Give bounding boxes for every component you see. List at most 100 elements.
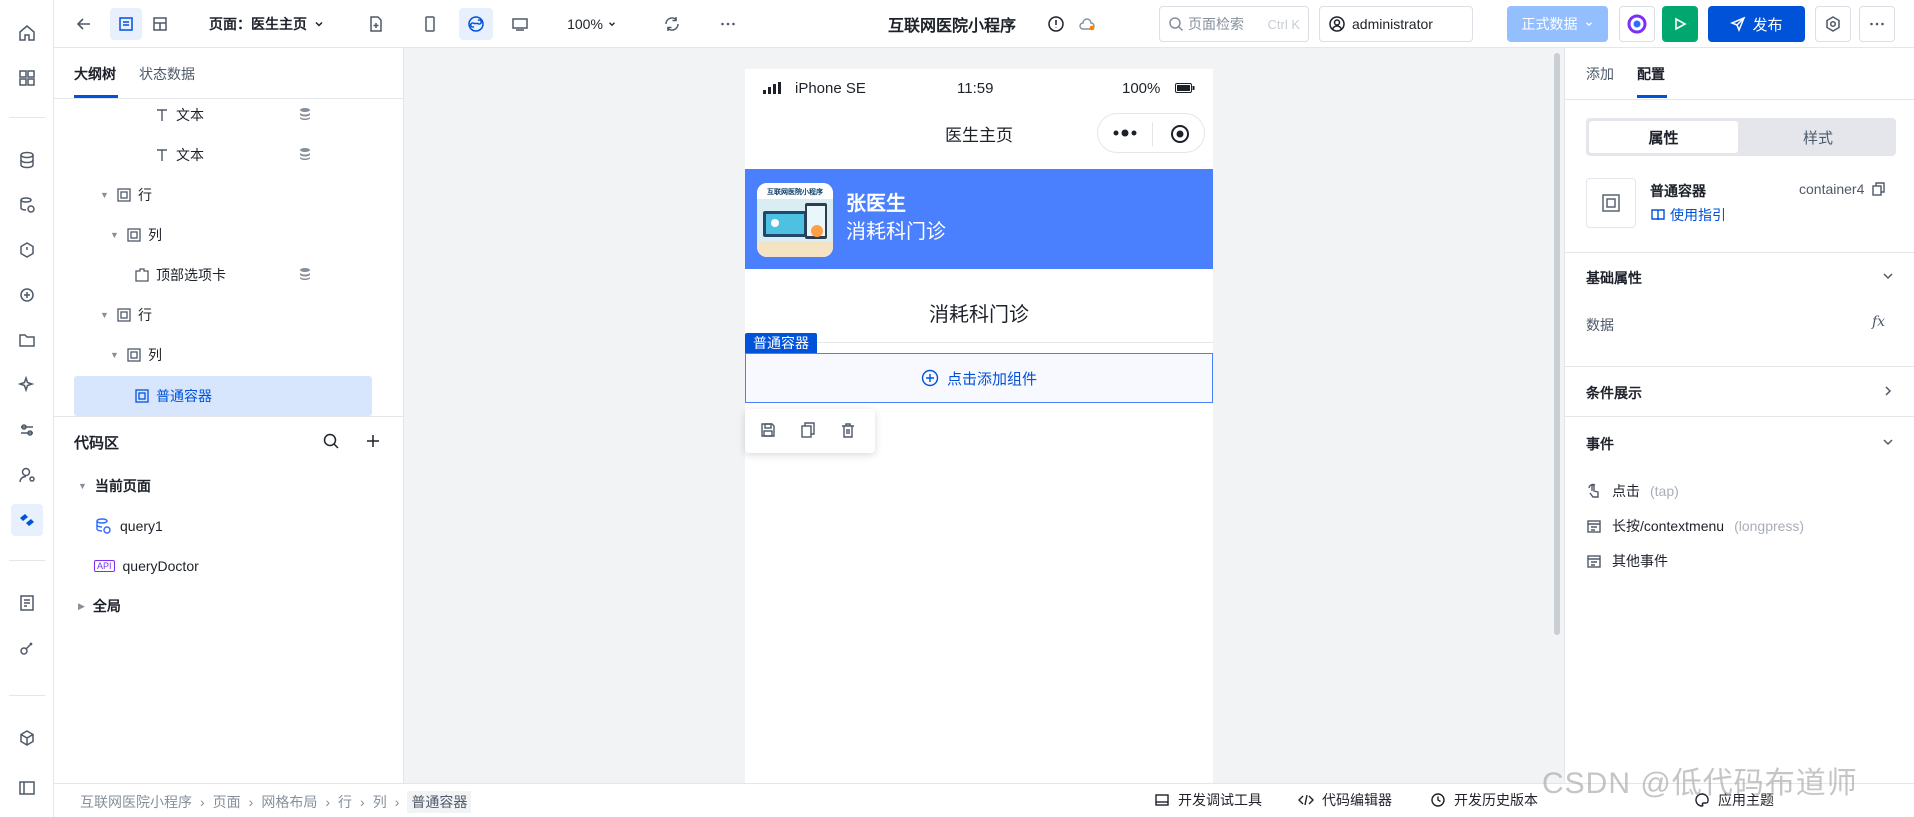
canvas-scrollbar[interactable] — [1554, 53, 1560, 635]
add-icon[interactable] — [364, 432, 382, 450]
breadcrumb-item[interactable]: 页面 — [213, 792, 241, 812]
info-icon[interactable] — [1043, 8, 1069, 40]
tree-node-row[interactable]: ▼ 行 — [100, 177, 152, 213]
page-selector[interactable]: 页面：医生主页 — [202, 8, 332, 40]
code-editor-button[interactable]: 代码编辑器 — [1298, 790, 1392, 810]
tree-node-text[interactable]: 文本 — [154, 97, 204, 133]
api-icon[interactable] — [11, 414, 43, 446]
copy-icon[interactable] — [799, 421, 819, 441]
code-item-query1[interactable]: query1 — [94, 510, 163, 542]
layout-view-icon[interactable] — [144, 8, 176, 40]
caret-down-icon[interactable]: ▼ — [78, 481, 87, 491]
event-other[interactable]: 其他事件 — [1586, 549, 1668, 573]
tool-label: 开发历史版本 — [1454, 792, 1538, 808]
outline-view-icon[interactable] — [110, 8, 142, 40]
code-link-icon[interactable] — [11, 504, 43, 536]
tab-state-data[interactable]: 状态数据 — [139, 64, 195, 84]
tree-node-container-selected[interactable]: 普通容器 — [134, 378, 212, 414]
back-arrow-icon[interactable] — [68, 8, 100, 40]
segment-properties[interactable]: 属性 — [1589, 121, 1738, 153]
usage-guide-link[interactable]: 使用指引 — [1650, 205, 1726, 225]
user-menu[interactable]: administrator — [1319, 6, 1473, 42]
tree-node-top-tabs[interactable]: 顶部选项卡 — [134, 257, 226, 293]
mobile-device-icon[interactable] — [414, 8, 446, 40]
segment-style[interactable]: 样式 — [1742, 121, 1894, 153]
breadcrumb-item[interactable]: 网格布局 — [261, 792, 317, 812]
doctor-name: 张医生 — [846, 193, 906, 215]
breadcrumb-item[interactable]: 列 — [373, 792, 387, 812]
tab-outline-tree[interactable]: 大纲树 — [74, 64, 116, 84]
integration-icon[interactable] — [11, 279, 43, 311]
tree-node-text[interactable]: 文本 — [154, 137, 204, 173]
chevron-right-icon[interactable] — [1881, 384, 1895, 398]
tree-node-col[interactable]: ▼ 列 — [110, 337, 162, 373]
page-search-input[interactable]: 页面检索 Ctrl K — [1159, 6, 1309, 42]
breadcrumb-current[interactable]: 普通容器 — [407, 791, 472, 813]
caret-down-icon[interactable]: ▼ — [100, 310, 110, 320]
history-icon — [1430, 792, 1446, 808]
add-circle-icon — [921, 369, 939, 387]
status-time: 11:59 — [957, 80, 994, 97]
outline-panel: 大纲树 状态数据 文本 文本 ▼ 行 ▼ 列 顶部选项卡 ▼ 行 ▼ 列 普通容… — [54, 48, 404, 783]
dev-debug-tool-button[interactable]: 开发调试工具 — [1154, 790, 1262, 810]
refresh-icon[interactable] — [656, 8, 688, 40]
publish-button[interactable]: 发布 — [1708, 6, 1805, 42]
caret-down-icon[interactable]: ▼ — [110, 230, 120, 240]
container-type-icon — [116, 187, 132, 203]
delete-icon[interactable] — [839, 421, 859, 441]
preview-run-button[interactable] — [1662, 6, 1698, 42]
section-basic-props-title[interactable]: 基础属性 — [1586, 268, 1642, 288]
more-menu-button[interactable] — [1859, 6, 1895, 42]
container-drop-zone[interactable]: 点击添加组件 — [745, 353, 1213, 403]
mini-program-icon[interactable] — [459, 8, 493, 40]
tree-node-col[interactable]: ▼ 列 — [110, 217, 162, 253]
chevron-down-icon[interactable] — [1881, 435, 1895, 449]
breadcrumb-item[interactable]: 行 — [338, 792, 352, 812]
code-group-global[interactable]: ▶ 全局 — [78, 590, 121, 622]
more-dots-icon[interactable] — [1112, 128, 1138, 138]
code-group-current-page[interactable]: ▼ 当前页面 — [78, 470, 151, 502]
cube-icon[interactable] — [11, 722, 43, 754]
caret-right-icon[interactable]: ▶ — [78, 601, 85, 612]
zoom-selector[interactable]: 100% — [564, 8, 620, 40]
tree-node-row[interactable]: ▼ 行 — [100, 297, 152, 333]
settings-button[interactable] — [1815, 6, 1851, 42]
plugin-icon[interactable] — [11, 632, 43, 664]
event-longpress[interactable]: 长按/contextmenu (longpress) — [1586, 514, 1804, 538]
collapse-sidebar-icon[interactable] — [11, 772, 43, 804]
data-source-icon[interactable] — [11, 189, 43, 221]
ai-sparkle-icon[interactable] — [11, 369, 43, 401]
user-icon[interactable] — [11, 459, 43, 491]
section-conditional-title[interactable]: 条件展示 — [1586, 383, 1642, 403]
ai-assistant-button[interactable] — [1619, 6, 1655, 42]
close-circle-icon[interactable] — [1170, 124, 1190, 144]
report-icon[interactable] — [11, 587, 43, 619]
workflow-icon[interactable] — [11, 234, 43, 266]
formula-fx-icon[interactable]: fx — [1872, 314, 1885, 330]
caret-down-icon[interactable]: ▼ — [100, 190, 110, 200]
more-horizontal-icon[interactable] — [712, 8, 744, 40]
code-item-querydoctor[interactable]: API queryDoctor — [94, 550, 199, 582]
home-icon[interactable] — [11, 17, 43, 49]
copy-icon[interactable] — [1870, 181, 1886, 197]
data-binding-icon — [298, 107, 312, 121]
event-tap[interactable]: 点击 (tap) — [1586, 479, 1679, 503]
desktop-device-icon[interactable] — [504, 8, 536, 40]
search-icon[interactable] — [322, 432, 340, 450]
history-version-button[interactable]: 开发历史版本 — [1430, 790, 1538, 810]
prop-data-label: 数据 — [1586, 317, 1614, 333]
tab-config[interactable]: 配置 — [1637, 64, 1665, 84]
phone-nav-bar: 医生主页 — [745, 105, 1213, 157]
chevron-down-icon[interactable] — [1881, 269, 1895, 283]
components-icon[interactable] — [11, 62, 43, 94]
caret-down-icon[interactable]: ▼ — [110, 350, 120, 360]
folder-icon[interactable] — [11, 324, 43, 356]
breadcrumb-item[interactable]: 互联网医院小程序 — [80, 792, 192, 812]
env-selector[interactable]: 正式数据 — [1507, 6, 1608, 42]
database-icon[interactable] — [11, 144, 43, 176]
tab-add[interactable]: 添加 — [1586, 64, 1614, 84]
save-icon[interactable] — [759, 421, 779, 441]
mini-program-capsule[interactable] — [1097, 113, 1205, 153]
add-page-icon[interactable] — [360, 8, 392, 40]
section-events-title[interactable]: 事件 — [1586, 434, 1614, 454]
